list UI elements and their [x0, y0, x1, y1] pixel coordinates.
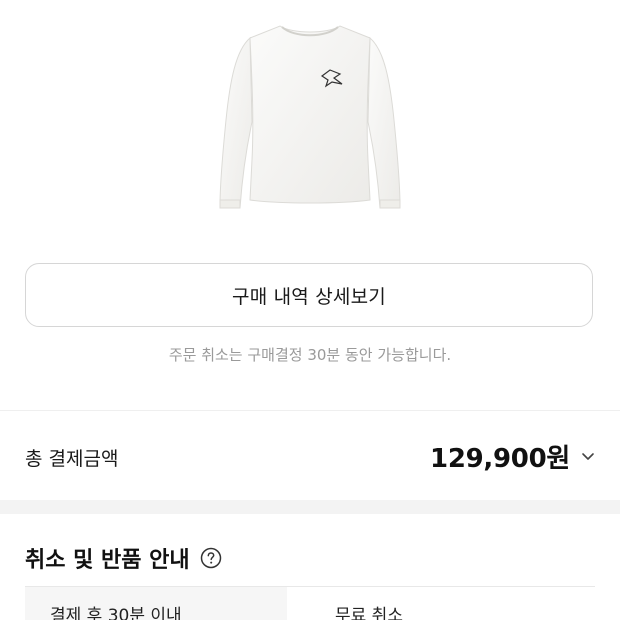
total-payment-amount: 129,900원 [430, 444, 570, 474]
total-payment-row[interactable]: 총 결제금액 129,900원 [0, 420, 620, 492]
policy-condition-cell: 결제 후 30분 이내 [25, 587, 287, 620]
divider [0, 410, 620, 411]
order-detail-page: 구매 내역 상세보기 주문 취소는 구매결정 30분 동안 가능합니다. 총 결… [0, 0, 620, 620]
chevron-down-icon[interactable] [580, 448, 596, 464]
product-image [219, 25, 401, 209]
total-payment-label: 총 결제금액 [25, 448, 119, 470]
policy-condition: 결제 후 30분 이내 [50, 606, 182, 620]
policy-result: 무료 취소 [335, 606, 403, 620]
purchase-details-button[interactable]: 구매 내역 상세보기 [25, 263, 593, 327]
question-circle-icon[interactable] [200, 547, 222, 569]
section-separator [0, 500, 620, 514]
policy-title: 취소 및 반품 안내 [25, 548, 190, 573]
policy-header: 취소 및 반품 안내 [25, 540, 222, 576]
cancel-notice: 주문 취소는 구매결정 30분 동안 가능합니다. [168, 346, 452, 364]
policy-table: 결제 후 30분 이내 무료 취소 [25, 586, 595, 620]
